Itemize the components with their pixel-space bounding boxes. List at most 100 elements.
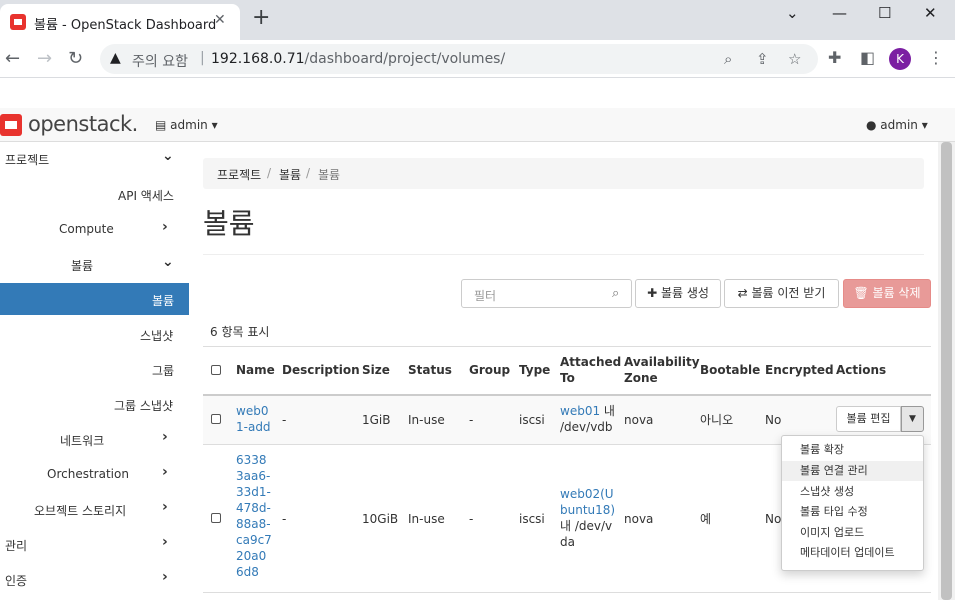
column-header-group[interactable]: Group	[469, 362, 510, 378]
accept-transfer-label: 볼륨 이전 받기	[751, 286, 826, 300]
trash-icon: 🗑	[853, 286, 873, 300]
sidebar-item-label: 스냅샷	[140, 329, 174, 343]
column-header-availability-zone[interactable]: Availability Zone	[624, 354, 700, 386]
tab-title: 볼륨 - OpenStack Dashboard	[34, 18, 217, 33]
sidebar-item-object-storage[interactable]: 오브젝트 스토리지 ›	[0, 493, 189, 525]
openstack-logo-text[interactable]: openstack.	[28, 112, 138, 136]
browser-menu-icon[interactable]: ⋮	[928, 48, 944, 67]
cell-encrypted: No	[765, 512, 782, 526]
sidebar-item-network[interactable]: 네트워크 ›	[0, 423, 189, 455]
volume-name-link[interactable]: 6338 3aa6- 33d1- 478d- 88a8- ca9c7 20a0 …	[236, 452, 272, 580]
back-icon[interactable]: ←	[5, 48, 20, 69]
bookmark-star-icon[interactable]: ☆	[788, 50, 801, 68]
sidebar-item-admin[interactable]: 관리 ›	[0, 528, 189, 560]
table-top-border	[203, 346, 931, 347]
share-icon[interactable]: ⇪	[756, 50, 769, 68]
column-header-name[interactable]: Name	[236, 362, 275, 378]
sidebar-item-project[interactable]: 프로젝트 ⌄	[0, 142, 189, 174]
menu-item-extend-volume[interactable]: 볼륨 확장	[782, 440, 923, 460]
menu-item-update-metadata[interactable]: 메타데이터 업데이트	[782, 543, 923, 563]
column-header-type[interactable]: Type	[519, 362, 550, 378]
minimize-icon[interactable]: —	[832, 4, 847, 22]
volume-name-link[interactable]: web0 1-add	[236, 403, 271, 435]
breadcrumb-project[interactable]: 프로젝트	[217, 166, 261, 183]
browser-tab-bar: 볼륨 - OpenStack Dashboard ✕ + ⌄ — ☐ ✕	[0, 0, 955, 40]
warning-icon[interactable]: ▲	[110, 50, 121, 66]
extensions-icon[interactable]: ✚	[828, 48, 841, 67]
url-text[interactable]: 192.168.0.71/dashboard/project/volumes/	[211, 51, 505, 67]
url-divider: |	[200, 50, 205, 66]
reload-icon[interactable]: ↻	[68, 48, 83, 69]
search-icon[interactable]: ⌕	[612, 286, 619, 301]
project-selector[interactable]: ▤ admin ▾	[155, 118, 218, 132]
edit-volume-button[interactable]: 볼륨 편집	[836, 406, 901, 432]
accept-transfer-button[interactable]: ⇄ 볼륨 이전 받기	[724, 279, 839, 308]
cell-bootable: 예	[700, 512, 712, 526]
sidebar-item-label: Compute	[59, 222, 114, 236]
row-checkbox[interactable]	[211, 414, 221, 424]
sidebar-item-groups[interactable]: 그룹	[0, 353, 189, 385]
window-close-icon[interactable]: ✕	[924, 4, 937, 22]
new-tab-icon[interactable]: +	[252, 7, 270, 29]
sidebar-item-label: 프로젝트	[5, 153, 50, 167]
column-header-actions: Actions	[836, 363, 887, 377]
create-volume-button[interactable]: ✚ 볼륨 생성	[635, 279, 721, 308]
chevron-right-icon: ›	[162, 569, 168, 585]
sidebar-item-group-snapshots[interactable]: 그룹 스냅샷	[0, 388, 189, 420]
breadcrumb-current: 볼륨	[318, 168, 341, 182]
breadcrumb: 프로젝트 / 볼륨 / 볼륨	[203, 158, 924, 189]
side-panel-icon[interactable]: ◧	[860, 48, 875, 67]
sidebar-item-label: 그룹 스냅샷	[114, 399, 174, 413]
browser-tab[interactable]: 볼륨 - OpenStack Dashboard ✕	[0, 4, 240, 40]
attached-line: buntu18)	[560, 503, 616, 517]
zoom-icon[interactable]: ⌕	[724, 50, 732, 68]
cell-availability-zone: nova	[624, 512, 654, 526]
tab-search-icon[interactable]: ⌄	[786, 4, 799, 22]
scrollbar-thumb[interactable]	[941, 142, 952, 600]
column-header-status[interactable]: Status	[408, 362, 452, 378]
sidebar-item-snapshots[interactable]: 스냅샷	[0, 318, 189, 350]
column-header-description[interactable]: Description	[282, 362, 360, 378]
sidebar-item-volumes[interactable]: 볼륨	[0, 283, 189, 315]
sidebar-item-compute[interactable]: Compute ›	[0, 213, 189, 245]
page-scrollbar[interactable]	[938, 142, 955, 600]
row-checkbox[interactable]	[211, 513, 221, 523]
sidebar-item-identity[interactable]: 인증 ›	[0, 563, 189, 595]
delete-volumes-button[interactable]: 🗑 볼륨 삭제	[843, 279, 931, 308]
sidebar-item-orchestration[interactable]: Orchestration ›	[0, 458, 189, 490]
menu-item-create-snapshot[interactable]: 스냅샷 생성	[782, 482, 923, 502]
header-line: Attached	[560, 355, 622, 369]
openstack-favicon-icon	[10, 14, 26, 30]
delete-volumes-label: 볼륨 삭제	[872, 286, 921, 300]
column-header-bootable[interactable]: Bootable	[700, 362, 760, 378]
url-omnibox[interactable]: ▲ 주의 요함 | 192.168.0.71/dashboard/project…	[100, 44, 818, 74]
attached-instance-link[interactable]: web02(U buntu18)	[560, 487, 615, 517]
cell-description: -	[282, 413, 287, 427]
maximize-icon[interactable]: ☐	[878, 4, 891, 22]
column-header-attached-to[interactable]: Attached To	[560, 354, 621, 386]
column-header-size[interactable]: Size	[362, 362, 390, 378]
breadcrumb-volumes-group[interactable]: 볼륨	[279, 166, 301, 183]
actions-dropdown-toggle[interactable]: ▼	[901, 406, 924, 432]
menu-item-manage-attachments[interactable]: 볼륨 연결 관리	[782, 461, 923, 481]
title-divider	[203, 254, 924, 255]
openstack-logo-icon[interactable]	[0, 114, 22, 136]
openstack-header: openstack. ▤ admin ▾ ● admin ▾	[0, 108, 955, 142]
menu-item-change-volume-type[interactable]: 볼륨 타입 수정	[782, 502, 923, 522]
cell-group: -	[469, 512, 474, 526]
menu-item-upload-to-image[interactable]: 이미지 업로드	[782, 523, 923, 543]
user-menu[interactable]: ● admin ▾	[866, 118, 928, 132]
profile-avatar[interactable]: K	[889, 48, 911, 70]
attached-instance-link[interactable]: web01	[560, 404, 600, 418]
chevron-right-icon: ›	[162, 219, 168, 235]
filter-input[interactable]: 필터 ⌕	[461, 279, 632, 308]
sidebar-item-api-access[interactable]: API 액세스	[0, 178, 189, 210]
forward-icon[interactable]: →	[37, 48, 52, 69]
column-header-encrypted[interactable]: Encrypted	[765, 362, 834, 378]
sidebar-item-volume-group[interactable]: 볼륨 ⌄	[0, 248, 189, 280]
security-warning[interactable]: 주의 요함	[132, 51, 188, 71]
name-line: 478d-	[236, 501, 271, 515]
tab-close-icon[interactable]: ✕	[214, 12, 226, 28]
select-all-checkbox[interactable]	[211, 365, 221, 375]
header-line: To	[560, 371, 575, 385]
